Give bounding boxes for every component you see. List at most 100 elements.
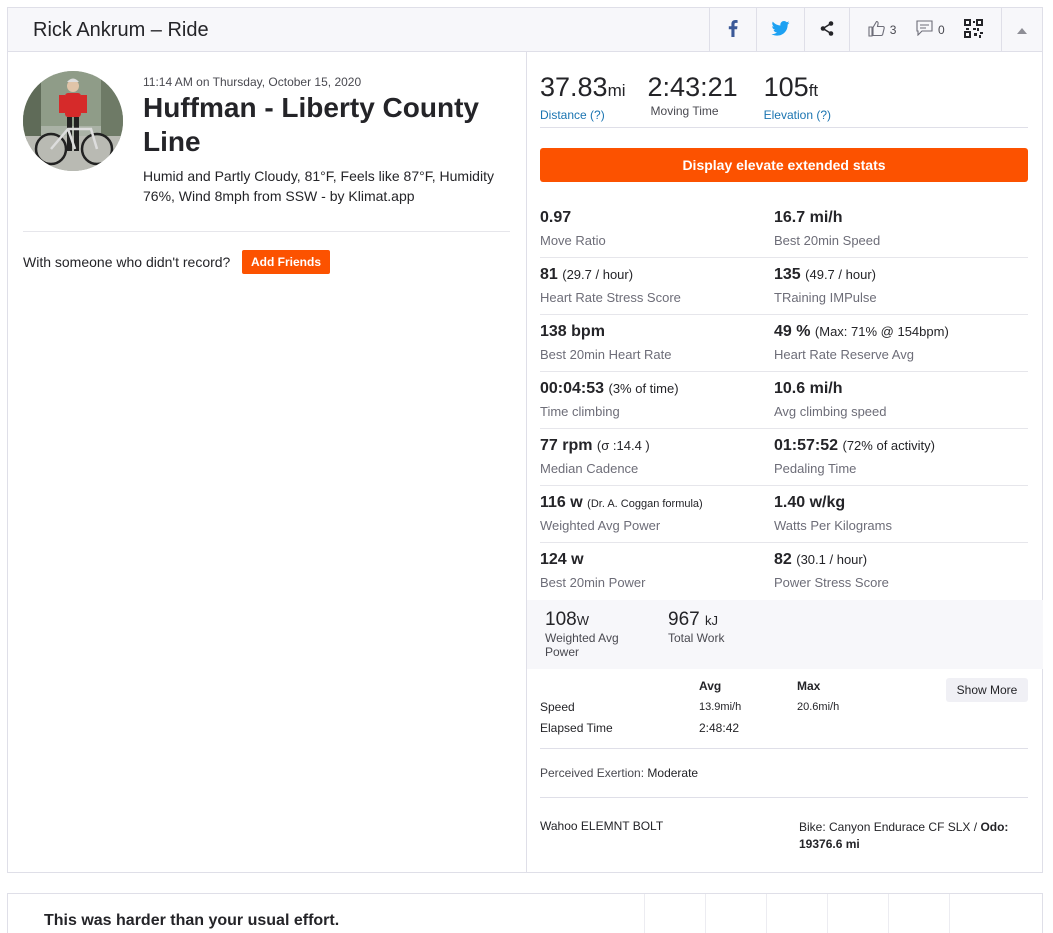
stat-value-text: 1.40 w/kg [774,494,846,511]
stat-extra: (σ :14.4 ) [596,438,650,453]
comments-button[interactable]: 0 [916,20,945,39]
stat-value: 0.97 [540,209,774,227]
elevation-stat: 105ft Elevation (?) [764,71,831,122]
stat-value-text: 0.97 [540,209,572,226]
stat-label: Power Stress Score [774,575,889,590]
show-more-button[interactable]: Show More [946,678,1028,702]
stat-value-text: 77 rpm [540,437,593,454]
stats-row: 124 w Best 20min Power 82 (30.1 / hour) Pow… [540,543,1028,600]
total-work-unit: kJ [704,613,718,628]
stat-value: 82 (30.1 / hour) [774,551,1008,569]
twitter-icon [771,20,790,39]
athlete-avatar[interactable] [23,71,123,171]
caret-up-icon [1017,23,1027,37]
moving-time-stat: 2:43:21 Moving Time [648,71,738,122]
stats-row: 81 (29.7 / hour) Heart Rate Stress Score 1… [540,258,1028,315]
stat-value-text: 00:04:53 [540,380,605,397]
distance-label[interactable]: Distance (?) [540,108,626,122]
stat-cell: 138 bpm Best 20min Heart Rate [540,315,774,371]
elevation-label[interactable]: Elevation (?) [764,108,831,122]
stat-value: 135 (49.7 / hour) [774,266,1008,284]
stat-extra: (Max: 71% @ 154bpm) [814,324,949,339]
weighted-avg-power-stat: 108W Weighted Avg Power [545,609,668,669]
distance-stat: 37.83mi Distance (?) [540,71,626,122]
effort-chart-column [888,894,949,933]
stat-value: 00:04:53 (3% of time) [540,380,774,398]
bike-info: Bike: Canyon Endurace CF SLX / Odo: 1937… [799,819,1029,853]
stat-value: 77 rpm (σ :14.4 ) [540,437,774,455]
stat-value-text: 138 bpm [540,323,605,340]
stat-value-text: 124 w [540,551,584,568]
stat-value-text: 116 w [540,494,583,511]
stats-row: 00:04:53 (3% of time) Time climbing 10.6 m… [540,372,1028,429]
stat-cell: 116 w (Dr. A. Coggan formula) Weighted Av… [540,486,774,542]
stat-value: 49 % (Max: 71% @ 154bpm) [774,323,1008,341]
perceived-exertion: Perceived Exertion: Moderate [540,766,698,780]
activity-description: Humid and Partly Cloudy, 81°F, Feels lik… [143,168,494,204]
speed-label: Speed [540,700,575,714]
stat-cell: 49 % (Max: 71% @ 154bpm) Heart Rate Reser… [774,315,1008,371]
stat-value: 116 w (Dr. A. Coggan formula) [540,494,774,512]
total-work-stat: 967 kJ Total Work [668,609,791,669]
add-friends-button[interactable]: Add Friends [242,250,330,274]
stat-cell: 00:04:53 (3% of time) Time climbing [540,372,774,428]
stat-extra: (29.7 / hour) [562,267,634,282]
stat-cell: 77 rpm (σ :14.4 ) Median Cadence [540,429,774,485]
elapsed-time-label: Elapsed Time [540,721,613,735]
collapse-button[interactable] [1001,8,1042,51]
stat-label: Time climbing [540,404,620,419]
odo-label: Odo: [980,820,1009,834]
activity-title: Huffman - Liberty County Line [143,92,479,157]
stat-extra: (Dr. A. Coggan formula) [587,498,703,510]
effort-chart [644,894,1010,933]
social-counts: 3 0 [849,8,1001,51]
activity-header: Rick Ankrum – Ride 3 0 [7,7,1043,52]
stat-extra: (30.1 / hour) [796,552,868,567]
stat-cell: 82 (30.1 / hour) Power Stress Score [774,543,1008,600]
odo-value: 19376.6 mi [799,837,860,851]
facebook-share-button[interactable] [709,8,756,51]
total-work-value: 967 [668,609,700,630]
stat-label: Best 20min Speed [774,233,881,248]
stat-label: Watts Per Kilograms [774,518,892,533]
qr-code-button[interactable] [964,18,984,41]
stat-extra: (72% of activity) [842,438,935,453]
stats-row: 138 bpm Best 20min Heart Rate 49 % (Max: 7… [540,315,1028,372]
kudos-button[interactable]: 3 [868,20,896,40]
weighted-avg-power-label: Weighted Avg Power [545,631,619,659]
stat-value-text: 81 [540,266,558,283]
stat-value-text: 16.7 mi/h [774,209,843,226]
stat-cell: 1.40 w/kg Watts Per Kilograms [774,486,1008,542]
stat-label: Heart Rate Stress Score [540,290,681,305]
twitter-share-button[interactable] [756,8,804,51]
elevation-value: 105 [763,72,809,102]
elevate-extended-stats-button[interactable]: Display elevate extended stats [540,148,1028,182]
total-work-label: Total Work [668,631,725,645]
weighted-avg-power-unit: W [576,613,589,628]
stat-value-text: 135 [774,266,801,283]
perceived-exertion-label: Perceived Exertion: [540,766,645,780]
share-icon [820,20,834,39]
stat-value: 124 w [540,551,774,569]
qr-code-icon [964,18,984,41]
with-someone-text: With someone who didn't record? [23,254,231,270]
stat-value: 01:57:52 (72% of activity) [774,437,1008,455]
power-stats: 108W Weighted Avg Power 967 kJ Total Wor… [527,600,1043,669]
inline-stats: 37.83mi Distance (?) 2:43:21 Moving Time… [540,71,853,122]
page-title: Rick Ankrum – Ride [33,19,209,41]
activity-card: 11:14 AM on Thursday, October 15, 2020 H… [7,51,1043,873]
stat-cell: 10.6 mi/h Avg climbing speed [774,372,1008,428]
facebook-icon [728,19,738,40]
bike-label[interactable]: Bike: Canyon Endurace CF SLX / [799,820,977,834]
divider [23,231,510,232]
header-actions: 3 0 [709,8,1042,51]
stat-label: TRaining IMPulse [774,290,877,305]
stat-label: Weighted Avg Power [540,518,661,533]
comments-count: 0 [937,22,945,37]
share-button[interactable] [804,8,849,51]
stat-cell: 0.97 Move Ratio [540,201,774,257]
elapsed-time-avg: 2:48:42 [699,721,740,735]
stat-label: Heart Rate Reserve Avg [774,347,914,362]
stats-row: 77 rpm (σ :14.4 ) Median Cadence 01:57:52 … [540,429,1028,486]
effort-chart-column [705,894,766,933]
